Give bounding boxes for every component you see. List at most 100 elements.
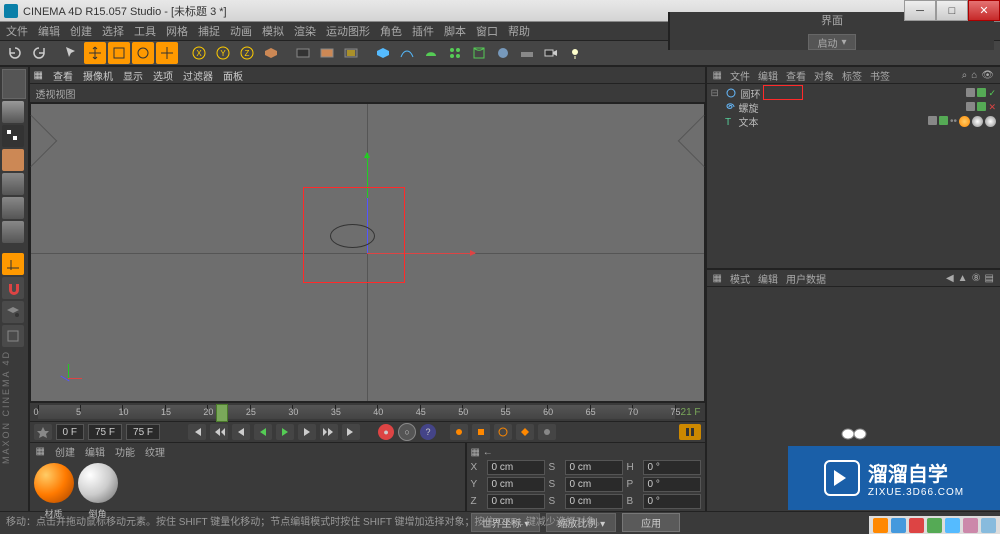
deformer-icon[interactable]	[468, 42, 490, 64]
obj-tab-tags[interactable]: 标签	[842, 68, 862, 83]
home-icon[interactable]: ⌂	[971, 70, 977, 81]
mat-tab-edit[interactable]: 编辑	[85, 444, 105, 459]
panel-grip-icon[interactable]: ▦	[713, 273, 722, 284]
pos-z[interactable]: 0 cm	[487, 494, 545, 509]
tray-icon[interactable]	[927, 518, 942, 533]
attr-tab-mode[interactable]: 模式	[730, 271, 750, 286]
playhead[interactable]	[216, 404, 228, 422]
attr-tab-user[interactable]: 用户数据	[786, 271, 826, 286]
key-param[interactable]	[516, 424, 534, 440]
menu-plugins[interactable]: 插件	[412, 23, 434, 39]
point-mode[interactable]	[2, 173, 24, 195]
light-icon[interactable]	[564, 42, 586, 64]
vp-camera[interactable]: 摄像机	[83, 68, 113, 83]
menu-help[interactable]: 帮助	[508, 23, 530, 39]
prev-frame[interactable]	[232, 424, 250, 440]
snap-toggle[interactable]	[2, 277, 24, 299]
vp-options[interactable]: 选项	[153, 68, 173, 83]
current-frame-field[interactable]: 75 F	[126, 424, 160, 440]
edge-mode[interactable]	[2, 197, 24, 219]
material-item-2[interactable]	[78, 463, 118, 503]
primitive-cube[interactable]	[372, 42, 394, 64]
timeline-ruler[interactable]: 051015202530354045505560657075 21 F	[30, 402, 705, 421]
render-settings[interactable]	[340, 42, 362, 64]
obj-tab-objects[interactable]: 对象	[814, 68, 834, 83]
menu-animate[interactable]: 动画	[230, 23, 252, 39]
prev-key[interactable]	[210, 424, 228, 440]
key-rot[interactable]	[494, 424, 512, 440]
soft-select[interactable]	[2, 301, 24, 323]
last-tool[interactable]	[156, 42, 178, 64]
render-view[interactable]	[292, 42, 314, 64]
size-y[interactable]: 0 cm	[565, 477, 623, 492]
tray-icon[interactable]	[891, 518, 906, 533]
next-key[interactable]	[320, 424, 338, 440]
tray-icon[interactable]	[873, 518, 888, 533]
tweak-mode[interactable]	[2, 325, 24, 347]
tray-icon[interactable]	[963, 518, 978, 533]
select-tool[interactable]	[60, 42, 82, 64]
rot-b[interactable]: 0 °	[643, 494, 701, 509]
obj-tab-edit[interactable]: 编辑	[758, 68, 778, 83]
size-x[interactable]: 0 cm	[565, 460, 623, 475]
array-icon[interactable]	[444, 42, 466, 64]
material-item-1[interactable]	[34, 463, 74, 503]
close-button[interactable]: ✕	[968, 0, 1000, 21]
vp-display[interactable]: 显示	[123, 68, 143, 83]
undo-button[interactable]	[4, 42, 26, 64]
play-backward[interactable]	[254, 424, 272, 440]
search-icon[interactable]: ⌕	[962, 70, 968, 81]
spline-pen[interactable]	[396, 42, 418, 64]
record-button[interactable]: ●	[378, 424, 394, 440]
apply-button[interactable]: 应用	[622, 513, 680, 532]
obj-tab-file[interactable]: 文件	[730, 68, 750, 83]
size-z[interactable]: 0 cm	[565, 494, 623, 509]
x-axis-toggle[interactable]: X	[188, 42, 210, 64]
panel-icon[interactable]: ▦	[34, 70, 43, 81]
goto-start[interactable]	[188, 424, 206, 440]
timeline-options[interactable]	[679, 424, 701, 440]
polygon-mode[interactable]	[2, 221, 24, 243]
menu-select[interactable]: 选择	[102, 23, 124, 39]
menu-mograph[interactable]: 运动图形	[326, 23, 370, 39]
redo-button[interactable]	[28, 42, 50, 64]
menu-render[interactable]: 渲染	[294, 23, 316, 39]
vp-filter[interactable]: 过滤器	[183, 68, 213, 83]
eye-icon[interactable]: 👁	[981, 70, 994, 81]
z-axis-toggle[interactable]: Z	[236, 42, 258, 64]
key-options[interactable]: ?	[420, 424, 436, 440]
layout-dropdown[interactable]: 启动▾	[808, 34, 855, 50]
camera-icon[interactable]	[540, 42, 562, 64]
panel-grip-icon[interactable]: ▦	[36, 446, 45, 457]
menu-simulate[interactable]: 模拟	[262, 23, 284, 39]
render-picture[interactable]	[316, 42, 338, 64]
floor-icon[interactable]	[516, 42, 538, 64]
scale-tool[interactable]	[108, 42, 130, 64]
vp-panel[interactable]: 面板	[223, 68, 243, 83]
pos-x[interactable]: 0 cm	[487, 460, 545, 475]
autokey-button[interactable]: ○	[398, 423, 416, 441]
material-tag-icon[interactable]	[972, 116, 983, 127]
object-row-spiral[interactable]: 螺旋 ✕	[709, 100, 998, 114]
object-row-circle[interactable]: ⊟ 圆环 ✓	[709, 86, 998, 100]
attr-tab-edit[interactable]: 编辑	[758, 271, 778, 286]
menu-create[interactable]: 创建	[70, 23, 92, 39]
rot-p[interactable]: 0 °	[643, 477, 701, 492]
nav-up-icon[interactable]: ▲	[958, 273, 968, 284]
end-frame-field[interactable]: 75 F	[88, 424, 122, 440]
coord-system[interactable]	[260, 42, 282, 64]
mat-tab-tex[interactable]: 纹理	[145, 444, 165, 459]
rotate-tool[interactable]	[132, 42, 154, 64]
menu-tools[interactable]: 工具	[134, 23, 156, 39]
menu-script[interactable]: 脚本	[444, 23, 466, 39]
menu-file[interactable]: 文件	[6, 23, 28, 39]
marker-icon[interactable]	[34, 424, 52, 440]
viewport-3d[interactable]	[30, 103, 705, 402]
model-mode[interactable]	[2, 101, 24, 123]
key-pla[interactable]	[538, 424, 556, 440]
rot-h[interactable]: 0 °	[643, 460, 701, 475]
y-axis-toggle[interactable]: Y	[212, 42, 234, 64]
play-forward[interactable]	[276, 424, 294, 440]
next-frame[interactable]	[298, 424, 316, 440]
tray-icon[interactable]	[981, 518, 996, 533]
